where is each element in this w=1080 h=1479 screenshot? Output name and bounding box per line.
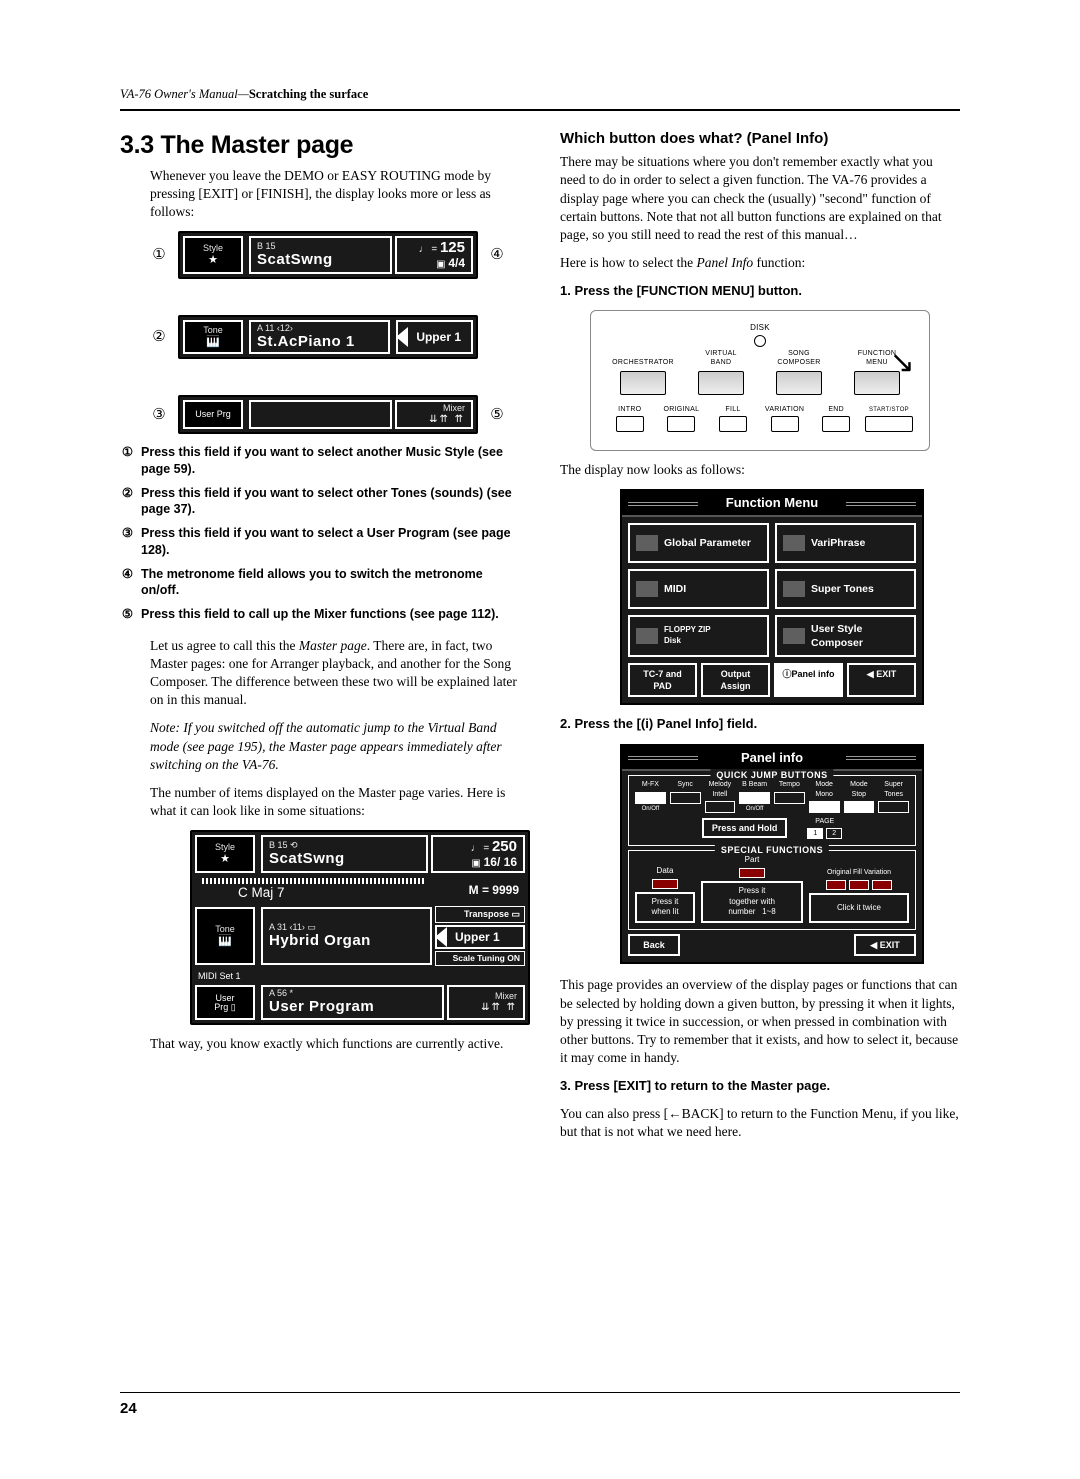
page-number: 24 <box>120 1399 960 1419</box>
midi-icon <box>636 581 658 597</box>
function-menu-screenshot: Function Menu Global Parameter VariPhras… <box>620 489 924 705</box>
page-footer: 24 <box>120 1392 960 1419</box>
song-composer-button <box>776 371 822 395</box>
intro-para: Whenever you leave the DEMO or EASY ROUT… <box>150 167 520 222</box>
piano-icon <box>783 581 805 597</box>
menu-global-parameter: Global Parameter <box>628 523 769 563</box>
variations-para: The number of items displayed on the Mas… <box>150 784 520 820</box>
virtual-band-button <box>698 371 744 395</box>
end-button <box>822 416 850 432</box>
panel-info-field: ⓘPanel info <box>774 663 843 697</box>
right-column: Which button does what? (Panel Info) The… <box>560 129 960 1152</box>
master-page-screenshot-1: ① Style★ B 15ScatSwng ♩ = 125▣ 4/4 ④ ② T… <box>120 231 520 434</box>
callout-mark-1: ① <box>150 245 168 265</box>
step-3: 3. Press [EXIT] to return to the Master … <box>560 1077 960 1095</box>
sliders-icon: ⇊⇈ ⇈ <box>429 414 465 425</box>
intro-button <box>616 416 644 432</box>
callout-mark-2: ② <box>150 327 168 347</box>
sliders-icon: ⇊⇈ ⇈ <box>481 1002 517 1013</box>
check-icon <box>783 535 805 551</box>
star-icon: ★ <box>203 853 247 865</box>
globe-icon <box>636 535 658 551</box>
start-stop-button <box>865 416 913 432</box>
disk-icon <box>636 628 658 644</box>
variation-button <box>771 416 799 432</box>
orchestrator-button <box>620 371 666 395</box>
mixer-label: Mixer <box>443 404 465 414</box>
pen-icon <box>783 628 805 644</box>
menu-super-tones: Super Tones <box>775 569 916 609</box>
running-header: VA-76 Owner's Manual—Scratching the surf… <box>120 86 960 103</box>
callout-mark-5: ⑤ <box>488 405 506 425</box>
panel-info-overview: This page provides an overview of the di… <box>560 976 960 1067</box>
note-para: Note: If you switched off the automatic … <box>150 719 520 774</box>
panel-info-intro: There may be situations where you don't … <box>560 153 960 244</box>
master-page-screenshot-2: Style★ B 15 ⟲ScatSwng ♩ = 250▣ 16/ 16 C … <box>190 830 530 1024</box>
menu-disk: FLOPPY ZIPDisk <box>628 615 769 657</box>
panel-info-screenshot: Panel info QUICK JUMP BUTTONS M-FXOn/Off… <box>620 744 924 965</box>
back-note: You can also press [←BACK] to return to … <box>560 1105 960 1141</box>
menu-variphrase: VariPhrase <box>775 523 916 563</box>
manual-title: VA-76 Owner's Manual <box>120 87 238 101</box>
step-1: 1. Press the [FUNCTION MENU] button. <box>560 282 960 300</box>
original-button <box>667 416 695 432</box>
metronome-icon: ▣ 4/4 <box>436 257 465 270</box>
menu-user-style-composer: User Style Composer <box>775 615 916 657</box>
after-hw-para: The display now looks as follows: <box>560 461 960 479</box>
panel-info-heading: Which button does what? (Panel Info) <box>560 129 960 149</box>
left-column: 3.3 The Master page Whenever you leave t… <box>120 129 520 1152</box>
piano-icon: 🎹 <box>203 935 247 947</box>
menu-midi: MIDI <box>628 569 769 609</box>
callout-mark-3: ③ <box>150 405 168 425</box>
para-active-functions: That way, you know exactly which functio… <box>150 1035 520 1053</box>
function-menu-button <box>854 371 900 395</box>
header-rule <box>120 109 960 111</box>
callout-list: ①Press this field if you want to select … <box>120 444 520 622</box>
piano-icon: 🎹 <box>191 336 235 348</box>
hardware-panel-drawing: DISK ORCHESTRATOR VIRTUAL BAND SONG COMP… <box>590 310 930 451</box>
chapter-title: Scratching the surface <box>249 87 368 101</box>
step-2: 2. Press the [(i) Panel Info] field. <box>560 715 960 733</box>
star-icon: ★ <box>191 254 235 266</box>
fill-button <box>719 416 747 432</box>
master-page-para: Let us agree to call this the Master pag… <box>150 637 520 710</box>
section-heading: 3.3 The Master page <box>120 129 520 163</box>
howto-line: Here is how to select the Panel Info fun… <box>560 254 960 272</box>
callout-mark-4: ④ <box>488 245 506 265</box>
